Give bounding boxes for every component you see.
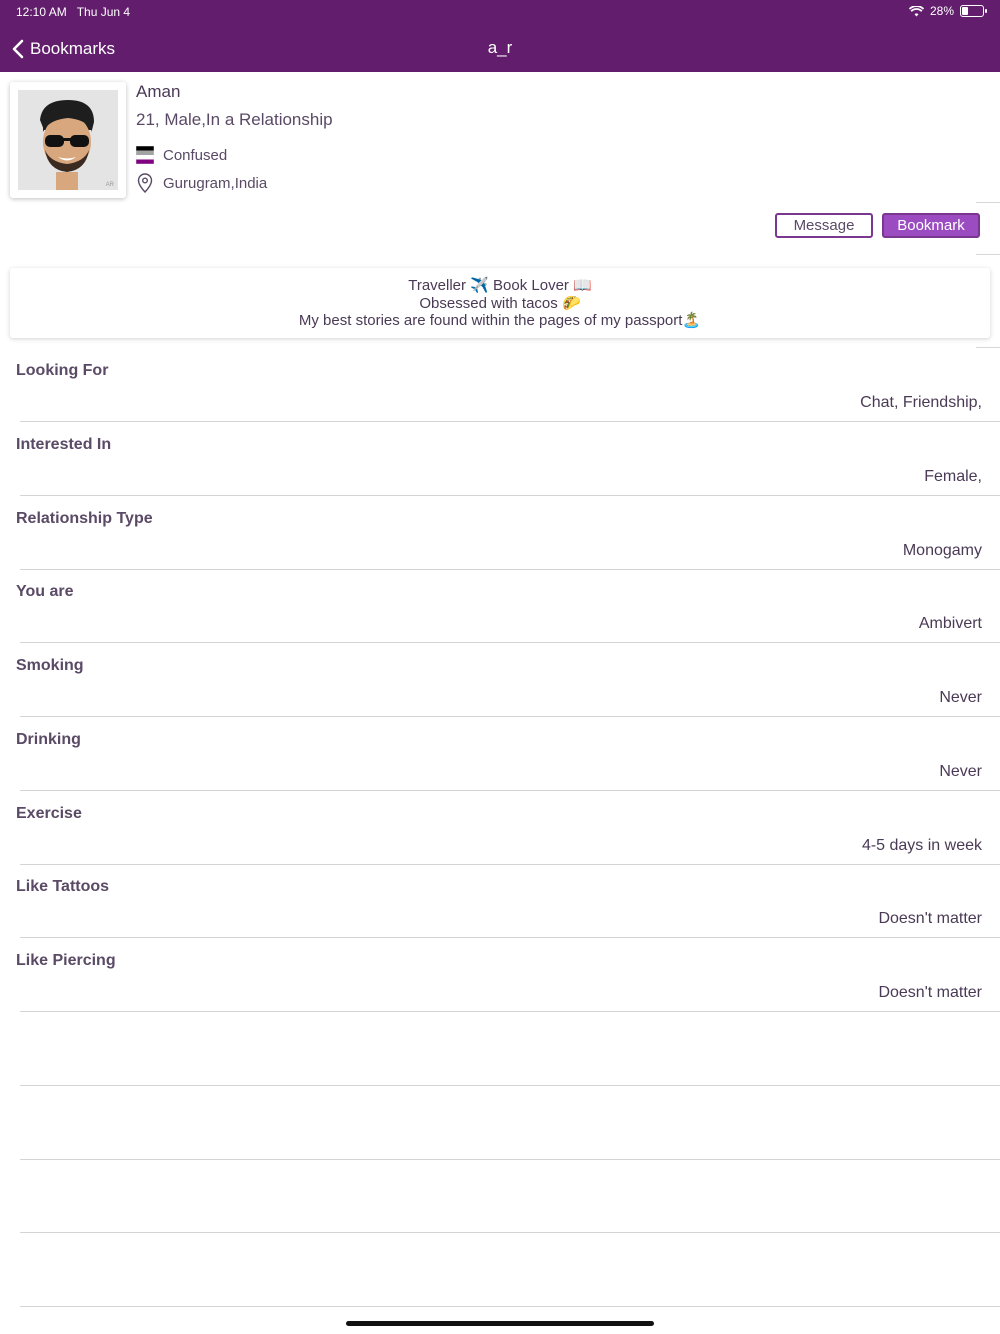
field-smoking: Smoking Never <box>0 643 1000 717</box>
field-value: Ambivert <box>918 615 982 632</box>
battery-tip <box>985 9 987 13</box>
page-title: a_r <box>487 38 513 57</box>
field-value: 4-5 days in week <box>861 837 982 854</box>
field-value: Never <box>939 689 982 706</box>
field-drinking: Drinking Never <box>0 717 1000 791</box>
field-label: Like Tattoos <box>16 878 110 895</box>
field-you-are: You are Ambivert <box>0 569 1000 643</box>
field-relationship-type: Relationship Type Monogamy <box>0 496 1000 570</box>
status-date-text: Thu Jun 4 <box>76 5 131 19</box>
field-like-piercing: Like Piercing Doesn't matter <box>0 938 1000 1012</box>
divider <box>20 1085 1000 1086</box>
status-time-text: 12:10 AM <box>16 5 67 19</box>
orientation-row: Confused <box>136 146 227 164</box>
field-like-tattoos: Like Tattoos Doesn't matter <box>0 864 1000 938</box>
field-value: Chat, Friendship, <box>860 394 982 411</box>
field-label: Exercise <box>16 805 82 822</box>
status-indicators: 28% <box>908 4 987 18</box>
wifi-icon <box>908 5 924 16</box>
bookmark-button[interactable]: Bookmark <box>882 213 980 238</box>
field-value: Never <box>939 763 982 780</box>
nav-bar: 12:10 AM Thu Jun 4 28% Bookmarks a_r <box>0 0 1000 72</box>
field-value: Female, <box>924 468 982 485</box>
location-label: Gurugram,India <box>163 174 268 192</box>
field-looking-for: Looking For Chat, Friendship, <box>0 348 1000 422</box>
profile-subinfo: 21, Male,In a Relationship <box>136 110 333 129</box>
profile-name: Aman <box>136 82 181 101</box>
divider <box>20 1306 1000 1307</box>
message-button[interactable]: Message <box>775 213 873 238</box>
home-indicator[interactable] <box>346 1321 654 1326</box>
bio-line: My best stories are found within the pag… <box>298 312 702 329</box>
field-label: Smoking <box>16 657 84 674</box>
flag-icon <box>136 146 154 164</box>
field-label: Drinking <box>16 731 81 748</box>
field-label: Interested In <box>16 436 112 453</box>
battery-percent: 28% <box>929 4 954 18</box>
avatar-watermark: AR <box>105 182 114 188</box>
bio-line: Obsessed with tacos 🌮 <box>419 294 581 312</box>
battery-level <box>962 7 968 15</box>
field-label: Relationship Type <box>16 510 153 527</box>
bio-card: Traveller ✈️ Book Lover 📖 Obsessed with … <box>10 268 990 338</box>
status-time: 12:10 AM Thu Jun 4 <box>16 5 130 19</box>
location-pin-icon <box>137 173 153 193</box>
divider <box>976 202 1000 203</box>
field-label: You are <box>16 583 74 600</box>
field-value: Monogamy <box>902 542 982 559</box>
field-value: Doesn't matter <box>878 910 982 927</box>
field-label: Like Piercing <box>16 952 116 969</box>
field-exercise: Exercise 4-5 days in week <box>0 791 1000 865</box>
battery-icon <box>960 5 987 17</box>
avatar-card[interactable]: AR <box>10 82 126 198</box>
divider <box>20 1011 1000 1012</box>
bio-line: Traveller ✈️ Book Lover 📖 <box>408 277 592 294</box>
avatar: AR <box>18 90 118 190</box>
location-row: Gurugram,India <box>136 173 267 193</box>
divider <box>976 254 1000 255</box>
field-value: Doesn't matter <box>878 984 982 1001</box>
avatar-image <box>40 100 94 190</box>
divider <box>20 1232 1000 1233</box>
orientation-label: Confused <box>163 146 228 164</box>
divider <box>20 1159 1000 1160</box>
field-interested-in: Interested In Female, <box>0 422 1000 496</box>
field-label: Looking For <box>16 362 109 379</box>
